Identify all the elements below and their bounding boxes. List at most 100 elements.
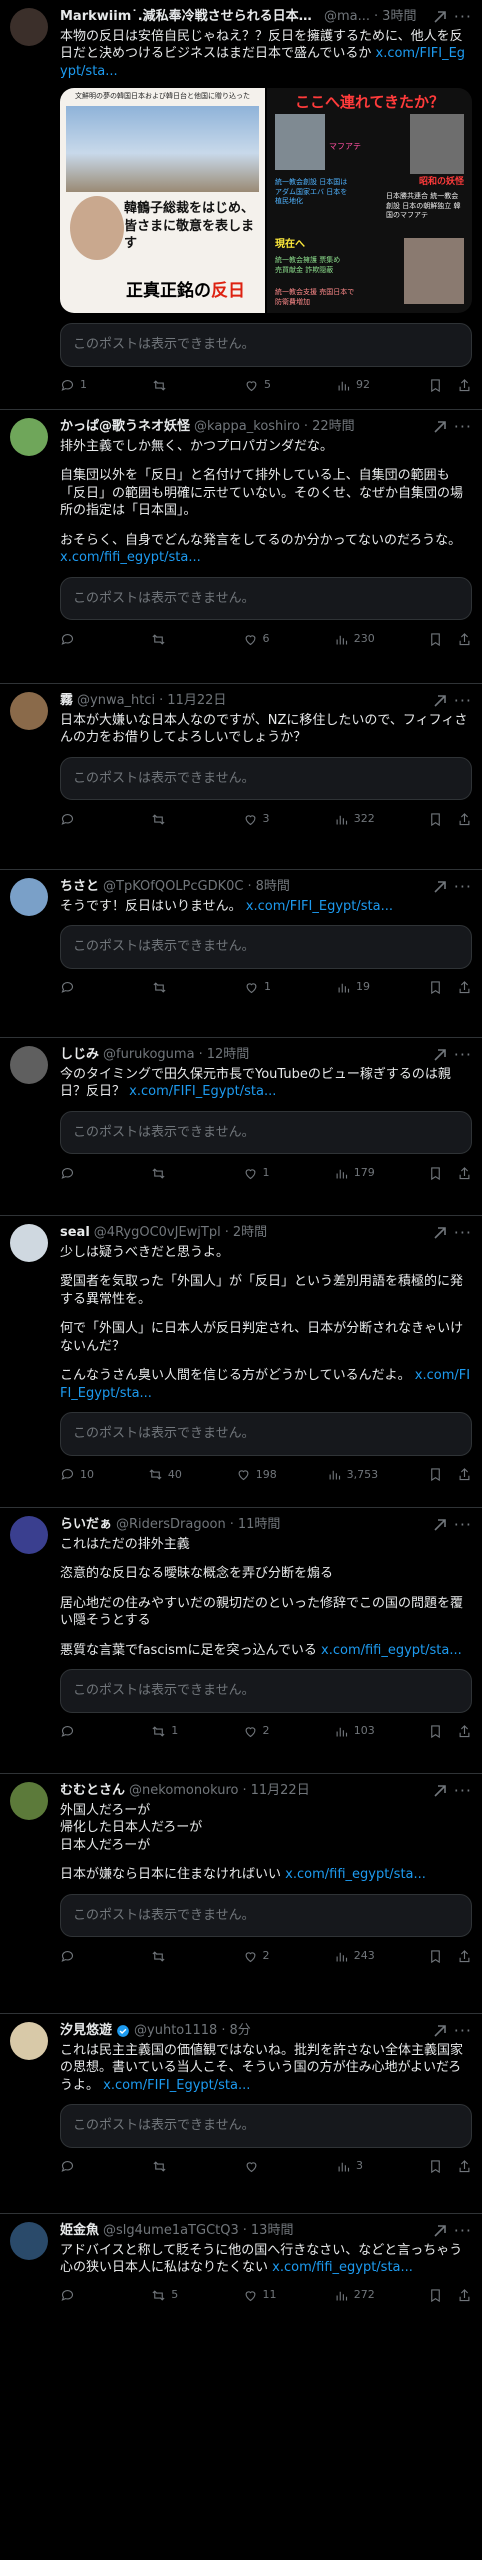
reply-button[interactable]: 1 <box>60 378 98 393</box>
post-time[interactable]: 8分 <box>229 2022 250 2040</box>
more-options-icon[interactable]: ··· <box>454 1222 472 1244</box>
quoted-post-unavailable[interactable]: このポストは表示できません。 <box>60 1669 472 1713</box>
author-handle[interactable]: @TpKOfQOLPcGDK0C <box>103 878 243 896</box>
grok-icon[interactable] <box>432 9 448 25</box>
avatar[interactable] <box>10 1782 48 1820</box>
repost-button[interactable] <box>152 980 190 995</box>
like-button[interactable]: 1 <box>244 980 282 995</box>
post-time[interactable]: 11月22日 <box>167 692 226 710</box>
share-icon[interactable] <box>457 1949 472 1964</box>
post-time[interactable]: 11月22日 <box>251 1782 310 1800</box>
author-name[interactable]: むむとさん <box>60 1782 125 1800</box>
bookmark-icon[interactable] <box>428 1166 443 1181</box>
avatar[interactable] <box>10 418 48 456</box>
post[interactable]: しじみ @furukoguma · 12時間 ··· 今のタイミングで田久保元市… <box>0 1038 482 1216</box>
post[interactable]: かっぱ@歌うネオ妖怪 @kappa_koshiro · 22時間 ··· 排外主… <box>0 410 482 684</box>
post[interactable]: 霧 @ynwa_htci · 11月22日 ··· 日本が大嫌いな日本人なのです… <box>0 684 482 870</box>
post-time[interactable]: 2時間 <box>233 1224 267 1242</box>
views-button[interactable]: 230 <box>334 632 375 647</box>
repost-button[interactable]: 1 <box>151 1724 189 1739</box>
share-icon[interactable] <box>457 1467 472 1482</box>
bookmark-icon[interactable] <box>428 1467 443 1482</box>
author-handle[interactable]: @nekomonokuro <box>129 1782 238 1800</box>
avatar[interactable] <box>10 1516 48 1554</box>
share-icon[interactable] <box>457 1724 472 1739</box>
quoted-post-unavailable[interactable]: このポストは表示できません。 <box>60 1110 472 1155</box>
author-name[interactable]: Markwiim˙.減私奉冷戦させられる日本人... <box>60 8 320 26</box>
post-link[interactable]: x.com/FIFI_Egypt/sta... <box>103 2078 250 2093</box>
post-time[interactable]: 22時間 <box>312 418 355 436</box>
post-media[interactable]: 文鮮明の夢の韓国日本および韓日台と他国に贈り込った 韓鶴子総裁をはじめ、皆さまに… <box>60 88 472 314</box>
post-link[interactable]: x.com/fifi_egypt/sta... <box>321 1643 462 1658</box>
avatar[interactable] <box>10 692 48 730</box>
avatar[interactable] <box>10 878 48 916</box>
share-icon[interactable] <box>457 2159 472 2174</box>
reply-button[interactable] <box>60 980 98 995</box>
repost-button[interactable] <box>151 632 189 647</box>
reply-button[interactable]: 10 <box>60 1467 98 1482</box>
views-button[interactable]: 243 <box>334 1949 375 1964</box>
grok-icon[interactable] <box>432 1517 448 1533</box>
post-time[interactable]: 3時間 <box>382 8 416 26</box>
author-name[interactable]: かっぱ@歌うネオ妖怪 <box>60 418 190 436</box>
like-button[interactable]: 11 <box>243 2288 281 2303</box>
like-button[interactable]: 1 <box>243 1166 281 1181</box>
grok-icon[interactable] <box>432 1225 448 1241</box>
more-options-icon[interactable]: ··· <box>454 416 472 438</box>
quoted-post-unavailable[interactable]: このポストは表示できません。 <box>60 756 472 801</box>
repost-button[interactable]: 40 <box>148 1467 186 1482</box>
author-handle[interactable]: @kappa_koshiro <box>194 418 300 436</box>
repost-button[interactable] <box>152 378 190 393</box>
reply-button[interactable] <box>60 1166 98 1181</box>
reply-button[interactable] <box>60 812 98 827</box>
post-link[interactable]: x.com/fifi_egypt/sta... <box>285 1867 426 1882</box>
media-image-left[interactable]: 文鮮明の夢の韓国日本および韓日台と他国に贈り込った 韓鶴子総裁をはじめ、皆さまに… <box>60 88 265 314</box>
grok-icon[interactable] <box>432 2223 448 2239</box>
post[interactable]: 汐見悠遊 @yuhto1118 · 8分 ··· これは民主主義国の価値観ではな… <box>0 2014 482 2214</box>
media-image-right[interactable]: ここへ連れてきたか？ マフアテ 昭和の妖怪 統一教会創設 日本国はアダム国家エバ… <box>267 88 472 314</box>
bookmark-icon[interactable] <box>428 632 443 647</box>
author-handle[interactable]: @RidersDragoon <box>116 1516 226 1534</box>
more-options-icon[interactable]: ··· <box>454 1514 472 1536</box>
post[interactable]: seal @4RygOC0vJEwjTpl · 2時間 ··· 少しは疑うべきだ… <box>0 1216 482 1508</box>
author-handle[interactable]: @furukoguma <box>103 1046 195 1064</box>
views-button[interactable]: 3,753 <box>327 1467 378 1482</box>
author-handle[interactable]: @yuhto1118 <box>134 2022 217 2040</box>
repost-button[interactable] <box>151 1949 189 1964</box>
avatar[interactable] <box>10 2022 48 2060</box>
repost-button[interactable] <box>151 1166 189 1181</box>
author-handle[interactable]: @4RygOC0vJEwjTpl <box>94 1224 221 1242</box>
author-name[interactable]: しじみ <box>60 1046 99 1064</box>
more-options-icon[interactable]: ··· <box>454 2220 472 2242</box>
author-handle[interactable]: @ynwa_htci <box>77 692 155 710</box>
repost-button[interactable]: 5 <box>151 2288 189 2303</box>
avatar[interactable] <box>10 1046 48 1084</box>
share-icon[interactable] <box>457 632 472 647</box>
bookmark-icon[interactable] <box>428 812 443 827</box>
post-time[interactable]: 12時間 <box>207 1046 250 1064</box>
bookmark-icon[interactable] <box>428 980 443 995</box>
bookmark-icon[interactable] <box>428 1949 443 1964</box>
reply-button[interactable] <box>60 1949 98 1964</box>
more-options-icon[interactable]: ··· <box>454 2020 472 2042</box>
post-link[interactable]: x.com/FIFI_Egypt/sta... <box>129 1084 276 1099</box>
quoted-post-unavailable[interactable]: このポストは表示できません。 <box>60 576 472 621</box>
bookmark-icon[interactable] <box>428 1724 443 1739</box>
like-button[interactable]: 2 <box>243 1949 281 1964</box>
quoted-post-unavailable[interactable]: このポストは表示できません。 <box>60 1893 472 1938</box>
share-icon[interactable] <box>457 1166 472 1181</box>
more-options-icon[interactable]: ··· <box>454 876 472 898</box>
avatar[interactable] <box>10 2222 48 2260</box>
grok-icon[interactable] <box>432 693 448 709</box>
avatar[interactable] <box>10 1224 48 1262</box>
reply-button[interactable] <box>60 1724 98 1739</box>
repost-button[interactable] <box>151 812 189 827</box>
views-button[interactable]: 272 <box>334 2288 375 2303</box>
like-button[interactable]: 198 <box>236 1467 277 1482</box>
like-button[interactable] <box>244 2159 282 2174</box>
post-link[interactable]: x.com/fifi_egypt/sta... <box>60 550 201 565</box>
views-button[interactable]: 179 <box>334 1166 375 1181</box>
more-options-icon[interactable]: ··· <box>454 1044 472 1066</box>
post-time[interactable]: 11時間 <box>238 1516 281 1534</box>
more-options-icon[interactable]: ··· <box>454 690 472 712</box>
